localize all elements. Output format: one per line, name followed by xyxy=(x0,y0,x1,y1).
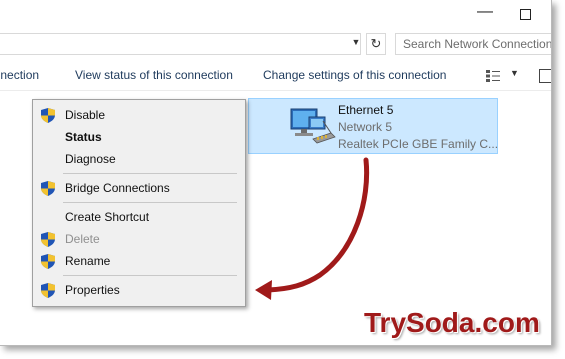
menu-item-label: Status xyxy=(65,130,102,144)
menu-separator xyxy=(63,173,237,174)
menu-item-status[interactable]: Status xyxy=(33,127,245,147)
menu-item-label: Delete xyxy=(65,232,100,246)
menu-item-create-shortcut[interactable]: Create Shortcut xyxy=(33,207,245,227)
uac-shield-icon xyxy=(41,232,55,247)
view-status-button[interactable]: View status of this connection xyxy=(75,68,233,82)
menu-item-label: Create Shortcut xyxy=(65,210,150,224)
search-input[interactable]: Search Network Connections xyxy=(395,33,551,55)
maximize-icon[interactable] xyxy=(515,4,535,24)
change-settings-button[interactable]: Change settings of this connection xyxy=(263,68,446,82)
watermark-brand: TrySoda.com xyxy=(364,307,540,338)
adapter-name: Ethernet 5 xyxy=(338,103,394,117)
menu-item-disable[interactable]: Disable xyxy=(33,105,245,125)
uac-shield-icon xyxy=(41,254,55,269)
explorer-window: — ▼ ↻ Search Network Connections onnecti… xyxy=(0,0,552,346)
menu-item-label: Rename xyxy=(65,254,111,268)
adapter-network: Network 5 xyxy=(338,120,393,134)
view-options-icon[interactable] xyxy=(486,70,500,82)
chevron-down-icon[interactable]: ▼ xyxy=(510,68,519,78)
menu-item-label: Properties xyxy=(65,283,120,297)
menu-item-properties[interactable]: Properties xyxy=(33,280,245,300)
adapter-device: Realtek PCIe GBE Family C... xyxy=(338,137,499,151)
menu-item-delete: Delete xyxy=(33,229,245,249)
network-adapter-icon xyxy=(290,108,336,144)
menu-separator xyxy=(63,275,237,276)
menu-item-label: Disable xyxy=(65,108,106,122)
uac-shield-icon xyxy=(41,108,55,123)
chevron-down-icon[interactable]: ▼ xyxy=(350,37,362,49)
context-menu: Disable Status Diagnose Bridge Connectio… xyxy=(32,99,246,307)
command-bar: onnection View status of this connection… xyxy=(0,62,551,91)
menu-item-bridge-connections[interactable]: Bridge Connections xyxy=(33,178,245,198)
minimize-icon[interactable]: — xyxy=(475,4,495,24)
uac-shield-icon xyxy=(41,283,55,298)
address-input[interactable] xyxy=(0,33,361,55)
menu-item-label: Bridge Connections xyxy=(65,181,170,195)
network-adapter-item[interactable]: Ethernet 5 Network 5 Realtek PCIe GBE Fa… xyxy=(248,98,498,154)
address-bar: ▼ ↻ Search Network Connections xyxy=(0,33,551,55)
refresh-icon[interactable]: ↻ xyxy=(366,33,386,55)
uac-shield-icon xyxy=(41,181,55,196)
command-partial-connection[interactable]: onnection xyxy=(0,68,39,82)
preview-pane-icon[interactable] xyxy=(539,69,551,83)
menu-item-label: Diagnose xyxy=(65,152,116,166)
menu-item-diagnose[interactable]: Diagnose xyxy=(33,149,245,169)
title-bar: — xyxy=(0,0,551,30)
menu-item-rename[interactable]: Rename xyxy=(33,251,245,271)
menu-separator xyxy=(63,202,237,203)
